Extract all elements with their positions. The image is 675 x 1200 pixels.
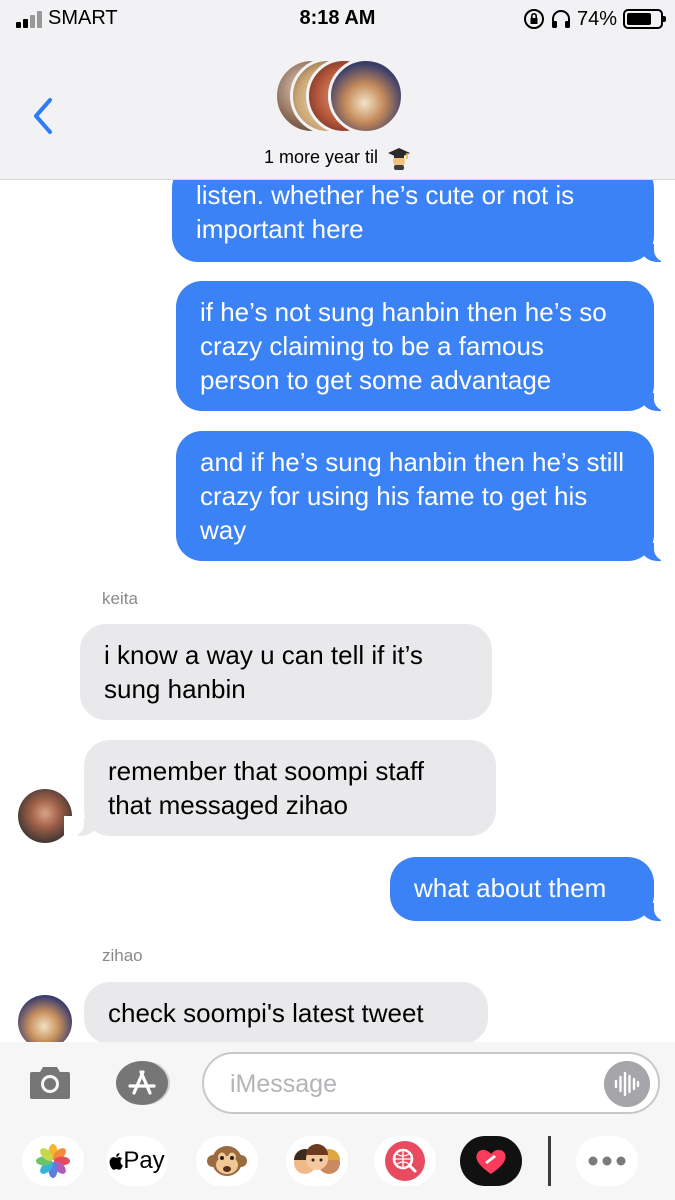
message-text: what about them — [414, 873, 607, 903]
message-text: remember that soompi staff that messaged… — [108, 756, 424, 820]
memoji-faces-icon — [294, 1144, 340, 1174]
status-bar: SMART 8:18 AM 74% — [0, 0, 675, 38]
message-text: i know a way u can tell if it’s sung han… — [104, 640, 423, 704]
group-avatar-stack[interactable] — [274, 58, 404, 134]
orientation-lock-icon — [523, 9, 544, 29]
group-member-avatar — [328, 58, 404, 134]
message-bubble-sent[interactable]: what about them — [390, 857, 674, 921]
more-apps-icon[interactable] — [576, 1136, 638, 1186]
message-text: if he’s not sung hanbin then he’s so cra… — [200, 297, 607, 395]
audio-message-icon[interactable] — [604, 1061, 650, 1107]
conversation-header: 1 more year til — [0, 38, 675, 180]
message-bubble-received[interactable]: remember that soompi staff that messaged… — [64, 740, 496, 836]
message-bubble-sent[interactable]: if he’s not sung hanbin then he’s so cra… — [176, 281, 674, 411]
web-search-icon[interactable] — [374, 1136, 436, 1186]
globe-search-icon — [385, 1141, 425, 1181]
sender-name: keita — [102, 589, 138, 608]
monkey-face-icon — [207, 1146, 247, 1176]
monkey-memoji-icon[interactable] — [196, 1136, 258, 1186]
headphones-icon — [551, 10, 570, 28]
battery-percentage: 74% — [576, 7, 617, 30]
battery-icon — [623, 9, 666, 29]
app-drawer-divider — [548, 1136, 551, 1186]
app-store-icon[interactable] — [112, 1060, 172, 1106]
apple-logo-icon — [109, 1153, 124, 1170]
compose-bar — [0, 1042, 675, 1122]
ellipsis-icon — [588, 1156, 626, 1166]
app-drawer: Pay — [0, 1122, 675, 1200]
group-name-text: 1 more year til — [263, 146, 379, 167]
message-input-field[interactable] — [202, 1052, 660, 1114]
heart-touch-icon — [476, 1149, 506, 1174]
group-name[interactable]: 1 more year til — [0, 146, 675, 170]
apple-pay-label: Pay — [123, 1147, 165, 1174]
sender-name: zihao — [102, 946, 143, 965]
memoji-stickers-icon[interactable] — [286, 1136, 348, 1186]
message-text: listen. whether he’s cute or not is impo… — [196, 180, 575, 244]
message-bubble-sent[interactable]: and if he’s sung hanbin then he’s still … — [176, 431, 674, 561]
message-input[interactable] — [230, 1066, 590, 1102]
message-text: check soompi's latest tweet — [108, 998, 424, 1028]
message-bubble-received[interactable]: i know a way u can tell if it’s sung han… — [80, 624, 492, 720]
camera-icon[interactable] — [28, 1062, 72, 1102]
graduation-cap-emoji — [388, 148, 411, 170]
photos-icon[interactable] — [22, 1136, 84, 1186]
back-chevron-icon[interactable] — [28, 96, 58, 136]
photos-flower-icon — [36, 1144, 70, 1178]
apple-pay-icon[interactable]: Pay — [106, 1136, 168, 1186]
message-text: and if he’s sung hanbin then he’s still … — [200, 447, 625, 545]
digital-touch-icon[interactable] — [460, 1136, 522, 1186]
contact-avatar[interactable] — [18, 995, 72, 1049]
message-bubble-received[interactable]: check soompi's latest tweet — [84, 982, 488, 1044]
